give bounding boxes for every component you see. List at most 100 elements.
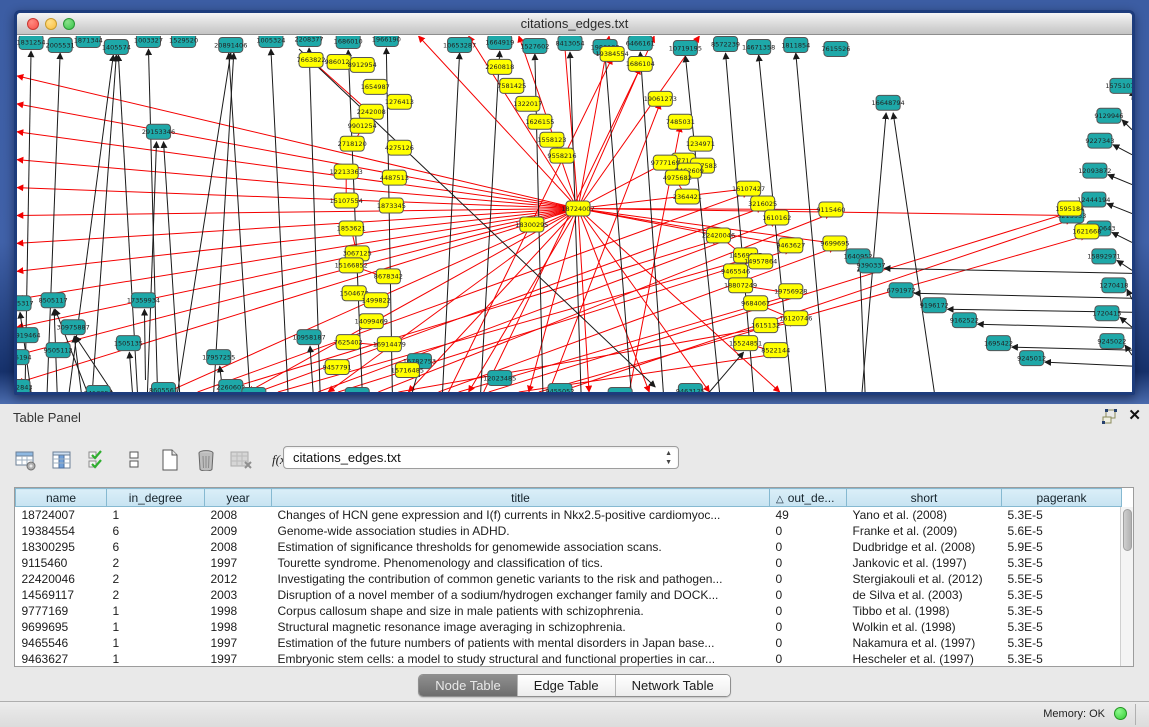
graph-node[interactable]: 8605561 xyxy=(149,383,178,392)
table-row[interactable]: 946362711997Embryonic stem cells: a mode… xyxy=(16,651,1122,667)
delete-column-button[interactable] xyxy=(194,448,218,472)
graph-node[interactable]: 1614634 xyxy=(239,388,268,392)
graph-node[interactable]: 7663822 xyxy=(297,52,326,67)
graph-node[interactable]: 8912954 xyxy=(348,57,377,72)
graph-node[interactable]: 1853621 xyxy=(337,221,366,236)
select-rows-button[interactable] xyxy=(86,448,110,472)
graph-node[interactable]: 9413254 xyxy=(84,386,113,392)
graph-node[interactable]: 1831254 xyxy=(17,36,46,49)
table-cell[interactable]: 5.5E-5 xyxy=(1002,571,1122,587)
graph-node[interactable]: 2260818 xyxy=(485,59,514,74)
graph-node[interactable]: 4487513 xyxy=(380,170,409,185)
row-height-button[interactable] xyxy=(122,448,146,472)
table-row[interactable]: 1938455462009Genome-wide association stu… xyxy=(16,523,1122,539)
graph-node[interactable]: 1610162 xyxy=(762,210,791,225)
column-header-pagerank[interactable]: pagerank xyxy=(1002,489,1122,507)
graph-node[interactable]: 2005531 xyxy=(46,37,75,52)
graph-node[interactable]: 18724007 xyxy=(561,201,594,216)
graph-node[interactable]: 12023485 xyxy=(483,371,516,386)
graph-node[interactable]: 16914479 xyxy=(373,337,406,352)
table-cell[interactable]: Dudbridge et al. (2008) xyxy=(847,539,1002,555)
column-header-title[interactable]: title xyxy=(272,489,770,507)
graph-node[interactable]: 1615132 xyxy=(751,318,780,333)
table-mode-button[interactable] xyxy=(14,448,38,472)
graph-node[interactable]: 14671358 xyxy=(742,39,775,54)
graph-node[interactable]: 9558216 xyxy=(547,148,576,163)
graph-node[interactable]: 7625402 xyxy=(334,335,363,350)
table-cell[interactable]: 1998 xyxy=(205,619,272,635)
table-cell[interactable]: Stergiakouli et al. (2012) xyxy=(847,571,1002,587)
table-cell[interactable]: Genome-wide association studies in ADHD. xyxy=(272,523,770,539)
graph-node[interactable]: 15166852 xyxy=(335,258,368,273)
graph-node[interactable]: 1626155 xyxy=(525,114,554,129)
table-cell[interactable]: 1 xyxy=(107,651,205,667)
table-cell[interactable]: 0 xyxy=(770,651,847,667)
table-cell[interactable]: 2 xyxy=(107,571,205,587)
graph-node[interactable]: 10958187 xyxy=(292,330,325,345)
graph-node[interactable]: 4275126 xyxy=(385,140,414,155)
table-cell[interactable]: Disruption of a novel member of a sodium… xyxy=(272,587,770,603)
column-header-name[interactable]: name xyxy=(16,489,107,507)
graph-node[interactable]: 1505135 xyxy=(114,336,143,351)
graph-node[interactable]: 2260602 xyxy=(216,380,245,392)
table-cell[interactable]: Corpus callosum shape and size in male p… xyxy=(272,603,770,619)
table-cell[interactable]: Franke et al. (2009) xyxy=(847,523,1002,539)
table-row[interactable]: 911546021997Tourette syndrome. Phenomeno… xyxy=(16,555,1122,571)
table-cell[interactable]: 0 xyxy=(770,587,847,603)
table-cell[interactable]: Wolkin et al. (1998) xyxy=(847,619,1002,635)
graph-node[interactable]: 15107554 xyxy=(330,193,363,208)
table-row[interactable]: 946554611997Estimation of the future num… xyxy=(16,635,1122,651)
graph-node[interactable]: 7615526 xyxy=(821,41,850,56)
table-cell[interactable]: 5.3E-5 xyxy=(1002,587,1122,603)
table-cell[interactable]: Structural magnetic resonance image aver… xyxy=(272,619,770,635)
graph-node[interactable]: 20891406 xyxy=(214,37,247,52)
graph-node[interactable]: 1276413 xyxy=(385,94,414,109)
graph-node[interactable]: 10719195 xyxy=(669,40,702,55)
graph-node[interactable]: 22420046 xyxy=(702,228,735,243)
table-cell[interactable]: 0 xyxy=(770,539,847,555)
graph-node[interactable]: 1405574 xyxy=(102,39,131,54)
graph-node[interactable]: 8522144 xyxy=(761,343,790,358)
graph-node[interactable]: 1529520 xyxy=(169,36,198,47)
graph-node[interactable]: 2208377 xyxy=(295,36,324,46)
graph-node[interactable]: 14099469 xyxy=(355,314,388,329)
graph-node[interactable]: 7485031 xyxy=(666,114,695,129)
graph-node[interactable]: 1871344 xyxy=(74,36,103,47)
graph-node[interactable]: 9227343 xyxy=(1085,133,1114,148)
graph-node[interactable]: 1695422 xyxy=(984,336,1013,351)
table-cell[interactable]: 5.3E-5 xyxy=(1002,635,1122,651)
table-row[interactable]: 969969511998Structural magnetic resonanc… xyxy=(16,619,1122,635)
table-cell[interactable]: Tourette syndrome. Phenomenology and cla… xyxy=(272,555,770,571)
graph-node[interactable]: 1873345 xyxy=(377,198,406,213)
close-panel-icon[interactable]: ✕ xyxy=(1128,408,1141,424)
table-cell[interactable]: 18300295 xyxy=(16,539,107,555)
table-cell[interactable]: 1997 xyxy=(205,555,272,571)
graph-node[interactable]: 1686010 xyxy=(334,36,363,48)
graph-node[interactable]: 1686104 xyxy=(626,56,655,71)
table-cell[interactable]: Embryonic stem cells: a model to study s… xyxy=(272,651,770,667)
column-header-out_de[interactable]: △out_de... xyxy=(770,489,847,507)
graph-node[interactable]: 9245022 xyxy=(1097,334,1126,349)
table-cell[interactable]: Changes of HCN gene expression and I(f) … xyxy=(272,507,770,523)
table-cell[interactable]: 5.3E-5 xyxy=(1002,507,1122,523)
table-cell[interactable]: 6 xyxy=(107,539,205,555)
graph-node[interactable]: 1005324 xyxy=(256,36,285,47)
graph-node[interactable]: 1654987 xyxy=(361,79,390,94)
table-cell[interactable]: 5.9E-5 xyxy=(1002,539,1122,555)
graph-node[interactable]: 13081482 xyxy=(341,388,374,392)
table-row[interactable]: 1872400712008Changes of HCN gene express… xyxy=(16,507,1122,523)
table-cell[interactable]: 49 xyxy=(770,507,847,523)
graph-node[interactable]: 18807249 xyxy=(724,278,757,293)
graph-node[interactable]: 14957864 xyxy=(744,254,777,269)
graph-node[interactable]: 12213363 xyxy=(330,164,363,179)
table-cell[interactable]: de Silva et al. (2003) xyxy=(847,587,1002,603)
graph-node[interactable]: 9390337 xyxy=(857,258,886,273)
table-cell[interactable]: Nakamura et al. (1997) xyxy=(847,635,1002,651)
graph-node[interactable]: 3919464 xyxy=(17,328,41,343)
graph-node[interactable]: 9162522 xyxy=(950,313,979,328)
graph-node[interactable]: 2718120 xyxy=(338,136,367,151)
table-cell[interactable]: 5.3E-5 xyxy=(1002,555,1122,571)
graph-node[interactable]: 1811854 xyxy=(781,37,810,52)
table-cell[interactable]: 2003 xyxy=(205,587,272,603)
graph-node[interactable]: 9129946 xyxy=(1094,108,1123,123)
